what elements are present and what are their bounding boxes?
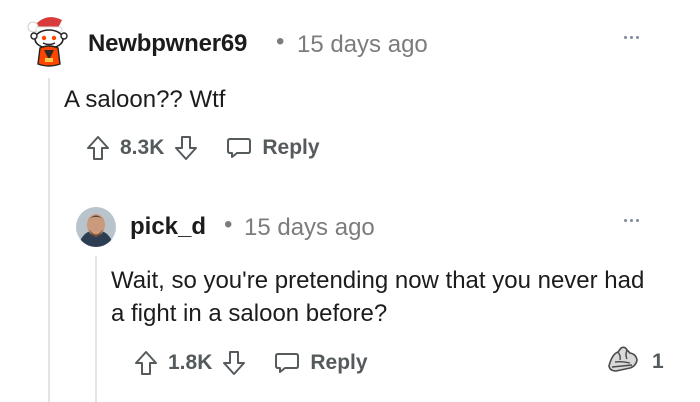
meta-separator: • [224, 211, 233, 238]
reply-button[interactable]: Reply [274, 351, 368, 375]
reply-label: Reply [310, 351, 368, 374]
comment-author[interactable]: pick_d [130, 213, 206, 241]
award-badge[interactable]: 1 [606, 344, 664, 379]
meta-separator: • [276, 28, 285, 55]
award-count: 1 [652, 349, 664, 373]
avatar[interactable] [26, 12, 72, 68]
upvote-arrow-icon[interactable] [86, 135, 110, 161]
user-photo-avatar [76, 207, 116, 247]
comment-actions: 8.3K Reply [86, 128, 320, 168]
upvote-arrow-icon[interactable] [134, 350, 158, 376]
comment-body: A saloon?? Wtf [64, 86, 226, 113]
chat-bubble-icon [226, 136, 252, 160]
vote-score: 8.3K [120, 136, 165, 159]
reply-label: Reply [262, 136, 320, 159]
avatar[interactable] [76, 207, 116, 247]
thread-line[interactable] [95, 256, 97, 402]
downvote-arrow-icon[interactable] [222, 350, 246, 376]
comment-actions: 1.8K Reply [134, 343, 368, 383]
comment-timestamp[interactable]: 15 days ago [244, 214, 375, 242]
comment-author[interactable]: Newbpwner69 [88, 30, 247, 58]
thread-line[interactable] [48, 78, 50, 402]
comment-timestamp[interactable]: 15 days ago [297, 31, 428, 59]
snoo-santa-hat-avatar-icon [27, 17, 68, 67]
downvote-arrow-icon[interactable] [174, 135, 198, 161]
comment-body: Wait, so you're pretending now that you … [111, 267, 645, 327]
chat-bubble-icon [274, 351, 300, 375]
reply-button[interactable]: Reply [226, 136, 320, 160]
more-options-icon[interactable] [624, 219, 639, 222]
vote-score: 1.8K [168, 351, 213, 374]
arm-wrestle-award-icon [606, 344, 640, 379]
more-options-icon[interactable] [624, 36, 639, 39]
